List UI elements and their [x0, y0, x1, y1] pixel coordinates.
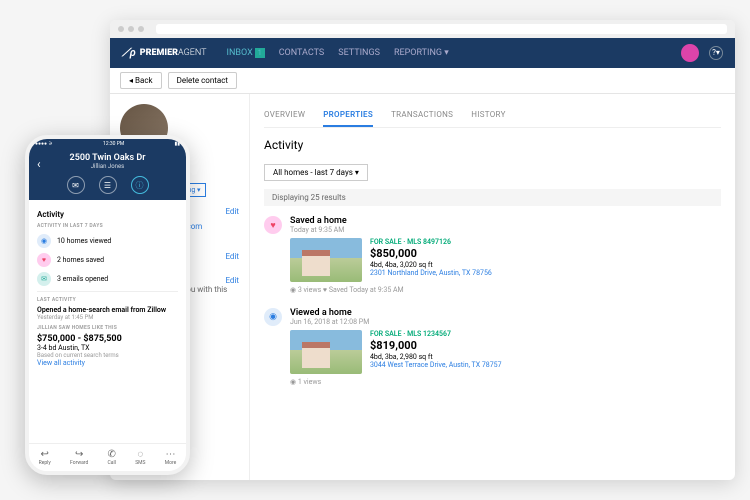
nav-contacts[interactable]: CONTACTS [279, 48, 325, 58]
address-link[interactable]: 3044 West Terrace Drive, Austin, TX 7875… [370, 361, 502, 369]
phone-statusbar: ●●●● ⚞12:30 PM▮▮ [29, 139, 186, 149]
tab-history[interactable]: HISTORY [471, 104, 505, 127]
address-link[interactable]: 2301 Northland Drive, Austin, TX 78756 [370, 269, 492, 277]
edit-date[interactable]: Edit [225, 276, 239, 285]
toolbar: ◂ Back Delete contact [110, 68, 735, 94]
edit-phone[interactable]: Edit [225, 207, 239, 216]
eye-icon: ◉ [37, 234, 51, 248]
nav-settings[interactable]: SETTINGS [338, 48, 380, 58]
info-icon[interactable]: ⓘ [131, 176, 149, 194]
tab-transactions[interactable]: TRANSACTIONS [391, 104, 453, 127]
property-thumb[interactable] [290, 330, 362, 374]
back-button[interactable]: ◂ Back [120, 72, 162, 89]
more-button[interactable]: ⋯More [165, 449, 177, 466]
eye-icon: ◉ [264, 308, 282, 326]
activity-filter[interactable]: All homes - last 7 days ▾ [264, 164, 368, 181]
tab-overview[interactable]: OVERVIEW [264, 104, 305, 127]
activity-item: ◉ Viewed a home Jun 16, 2018 at 12:08 PM… [264, 308, 721, 386]
sms-icon[interactable]: ☰ [99, 176, 117, 194]
email-icon[interactable]: ✉ [67, 176, 85, 194]
top-nav: ⟋ρPREMIERAGENT INBOX1 CONTACTS SETTINGS … [110, 38, 735, 68]
phone-mockup: ●●●● ⚞12:30 PM▮▮ ‹ 2500 Twin Oaks Dr Jil… [25, 135, 190, 475]
heart-icon: ♥ [264, 216, 282, 234]
call-button[interactable]: ✆Call [108, 449, 116, 466]
logo[interactable]: ⟋ρPREMIERAGENT [122, 46, 207, 60]
browser-chrome [110, 20, 735, 38]
edit-timeline[interactable]: Edit [225, 252, 239, 261]
help-icon[interactable]: ?▾ [709, 46, 723, 60]
browser-window: ⟋ρPREMIERAGENT INBOX1 CONTACTS SETTINGS … [110, 20, 735, 480]
tab-properties[interactable]: PROPERTIES [323, 104, 373, 127]
nav-inbox[interactable]: INBOX1 [227, 48, 265, 58]
sms-button[interactable]: ◌SMS [135, 449, 145, 466]
user-avatar[interactable] [681, 44, 699, 62]
activity-heading: Activity [264, 138, 721, 152]
phone-title: 2500 Twin Oaks Dr [37, 153, 178, 163]
activity-item: ♥ Saved a home Today at 9:35 AM FOR SALE… [264, 216, 721, 294]
heart-icon: ♥ [37, 253, 51, 267]
main-panel: OVERVIEW PROPERTIES TRANSACTIONS HISTORY… [250, 94, 735, 480]
delete-contact-button[interactable]: Delete contact [168, 72, 237, 89]
property-thumb[interactable] [290, 238, 362, 282]
reply-button[interactable]: ↩Reply [39, 449, 51, 466]
phone-toolbar: ↩Reply ↪Forward ✆Call ◌SMS ⋯More [29, 443, 186, 471]
nav-reporting[interactable]: REPORTING ▾ [394, 48, 449, 58]
results-count: Displaying 25 results [264, 189, 721, 206]
mail-icon: ✉ [37, 272, 51, 286]
forward-button[interactable]: ↪Forward [70, 449, 88, 466]
view-all-link[interactable]: View all activity [37, 359, 178, 367]
